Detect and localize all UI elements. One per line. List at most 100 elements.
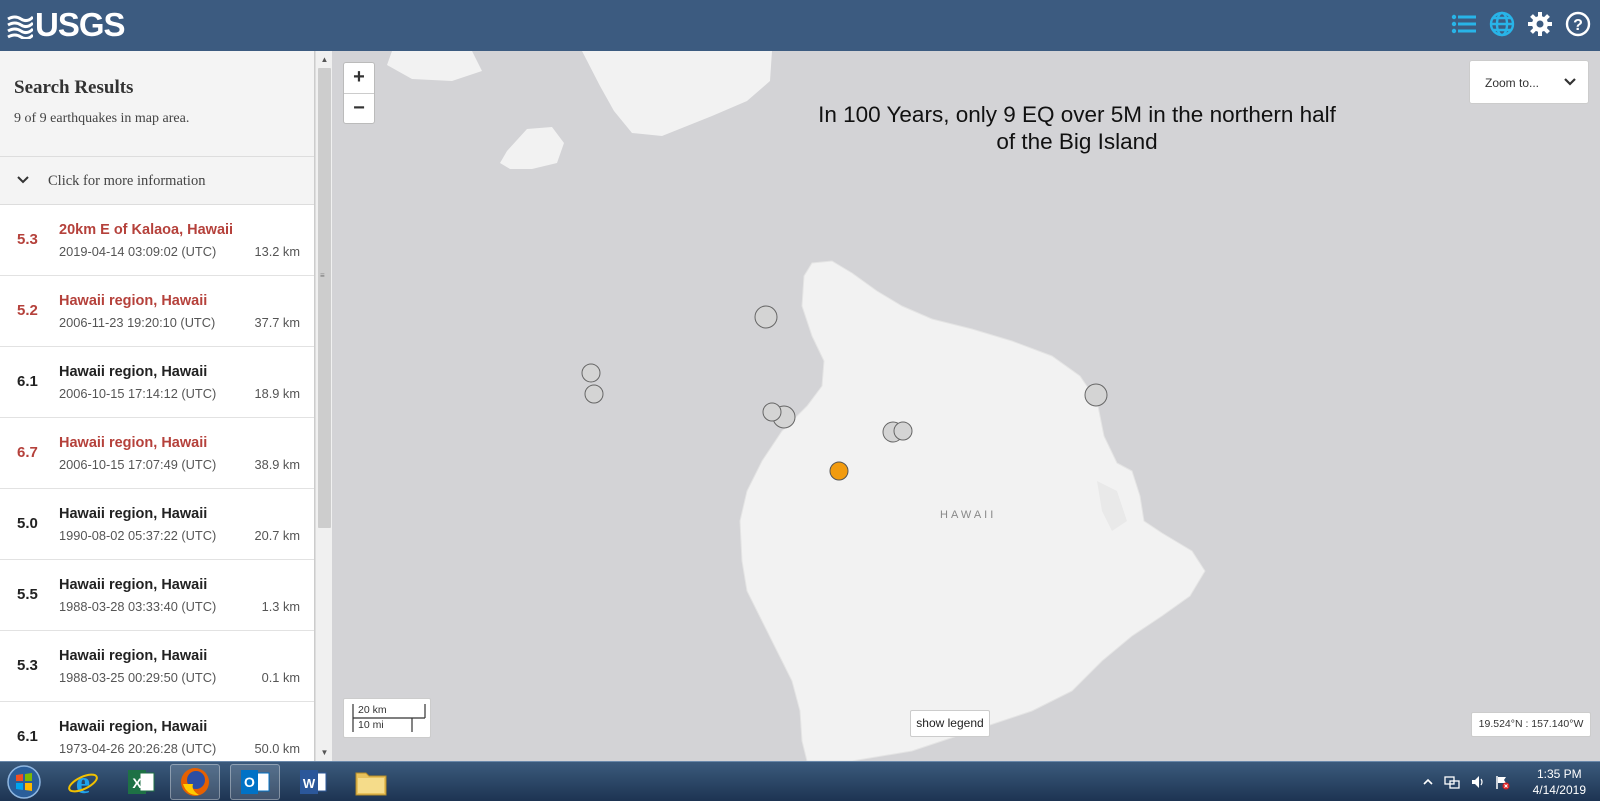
internet-explorer-icon: e: [68, 766, 98, 798]
eq-location: Hawaii region, Hawaii: [59, 577, 208, 593]
earthquake-row[interactable]: 6.1 Hawaii region, Hawaii 2006-10-15 17:…: [0, 347, 314, 418]
globe-map-icon[interactable]: [1488, 10, 1516, 38]
earthquake-row[interactable]: 6.1 Hawaii region, Hawaii 1973-04-26 20:…: [0, 702, 314, 761]
scroll-down-arrow-icon[interactable]: ▼: [316, 744, 333, 761]
taskbar-ie[interactable]: e: [58, 764, 108, 800]
taskbar-word[interactable]: W: [288, 764, 338, 800]
clock-time: 1:35 PM: [1536, 767, 1582, 781]
show-hidden-icons-icon[interactable]: [1420, 774, 1436, 790]
eq-depth: 20.7 km: [254, 528, 300, 543]
start-button[interactable]: [0, 764, 48, 800]
earthquake-list: 5.3 20km E of Kalaoa, Hawaii 2019-04-14 …: [0, 205, 314, 761]
excel-icon: X: [128, 770, 155, 794]
eq-marker[interactable]: [893, 421, 913, 441]
chevron-down-icon: [17, 176, 29, 184]
firefox-icon: [181, 768, 209, 796]
usgs-logo[interactable]: USGS: [7, 6, 126, 43]
eq-marker[interactable]: [754, 305, 778, 329]
earthquake-row[interactable]: 5.3 20km E of Kalaoa, Hawaii 2019-04-14 …: [0, 205, 314, 276]
eq-time: 2006-10-15 17:14:12 (UTC): [59, 386, 217, 401]
more-info-toggle[interactable]: Click for more information: [0, 157, 314, 205]
eq-location: Hawaii region, Hawaii: [59, 648, 208, 664]
earthquake-markers: [581, 305, 1108, 481]
windows-start-icon: [7, 765, 41, 799]
eq-time: 1988-03-28 03:33:40 (UTC): [59, 599, 217, 614]
eq-depth: 38.9 km: [254, 457, 300, 472]
eq-magnitude: 5.5: [17, 586, 38, 603]
eq-time: 1988-03-25 00:29:50 (UTC): [59, 670, 217, 685]
scale-mi-label: 10 mi: [358, 719, 384, 731]
svg-text:e: e: [76, 766, 90, 798]
eq-depth: 0.1 km: [261, 670, 300, 685]
word-icon: W: [300, 770, 327, 794]
scrollbar-thumb[interactable]: [318, 68, 331, 528]
earthquake-row[interactable]: 5.0 Hawaii region, Hawaii 1990-08-02 05:…: [0, 489, 314, 560]
eq-depth: 18.9 km: [254, 386, 300, 401]
help-icon[interactable]: ?: [1564, 10, 1592, 38]
eq-time: 1990-08-02 05:37:22 (UTC): [59, 528, 217, 543]
eq-location: Hawaii region, Hawaii: [59, 719, 208, 735]
svg-text:X: X: [132, 775, 142, 791]
eq-magnitude: 6.7: [17, 444, 38, 461]
outlook-icon: O: [241, 770, 270, 794]
eq-time: 2006-11-23 19:20:10 (UTC): [59, 315, 216, 330]
folder-icon: [355, 772, 387, 796]
eq-time: 1973-04-26 20:26:28 (UTC): [59, 741, 217, 756]
more-info-label: Click for more information: [48, 173, 206, 189]
eq-magnitude: 5.0: [17, 515, 38, 532]
usgs-waves-icon: [7, 15, 33, 39]
logo-text: USGS: [35, 6, 126, 43]
scroll-up-arrow-icon[interactable]: ▲: [316, 51, 333, 68]
svg-text:?: ?: [1573, 17, 1583, 34]
system-tray: 1:35 PM 4/14/2019: [1400, 762, 1600, 802]
earthquake-row[interactable]: 5.3 Hawaii region, Hawaii 1988-03-25 00:…: [0, 631, 314, 702]
earthquake-row[interactable]: 5.5 Hawaii region, Hawaii 1988-03-28 03:…: [0, 560, 314, 631]
system-clock[interactable]: 1:35 PM 4/14/2019: [1533, 766, 1586, 798]
eq-depth: 13.2 km: [254, 244, 300, 259]
clock-date: 4/14/2019: [1532, 783, 1586, 797]
map-scale: 20 km 10 mi: [343, 698, 431, 738]
show-legend-button[interactable]: show legend: [910, 710, 990, 737]
earthquake-row[interactable]: 6.7 Hawaii region, Hawaii 2006-10-15 17:…: [0, 418, 314, 489]
gear-icon[interactable]: [1526, 10, 1554, 38]
network-icon[interactable]: [1444, 774, 1460, 790]
eq-magnitude: 5.2: [17, 302, 38, 319]
action-center-flag-icon[interactable]: [1494, 774, 1510, 790]
eq-marker[interactable]: [581, 363, 601, 383]
scrollbar-grip-icon: ≡: [320, 271, 325, 280]
volume-icon[interactable]: [1470, 774, 1486, 790]
results-count: 9 of 9 earthquakes in map area.: [14, 111, 190, 126]
eq-location: Hawaii region, Hawaii: [59, 293, 208, 309]
eq-location: Hawaii region, Hawaii: [59, 506, 208, 522]
taskbar-outlook[interactable]: O: [230, 764, 280, 800]
svg-text:W: W: [303, 776, 316, 791]
windows-taskbar: e X O W 1:35 PM 4/14/2019: [0, 761, 1600, 801]
eq-depth: 1.3 km: [261, 599, 300, 614]
taskbar-firefox[interactable]: [170, 764, 220, 800]
results-title: Search Results: [14, 77, 134, 98]
svg-text:O: O: [244, 774, 255, 790]
eq-depth: 37.7 km: [254, 315, 300, 330]
eq-magnitude: 6.1: [17, 728, 38, 745]
eq-marker[interactable]: [1084, 383, 1108, 407]
results-sidebar: Search Results 9 of 9 earthquakes in map…: [0, 51, 315, 761]
eq-magnitude: 5.3: [17, 231, 38, 248]
eq-marker-recent[interactable]: [829, 461, 849, 481]
eq-time: 2019-04-14 03:09:02 (UTC): [59, 244, 217, 259]
taskbar-excel[interactable]: X: [116, 764, 166, 800]
eq-depth: 50.0 km: [254, 741, 300, 756]
sidebar-scrollbar[interactable]: ▲ ≡ ▼: [315, 51, 332, 761]
eq-location: 20km E of Kalaoa, Hawaii: [59, 222, 234, 238]
eq-marker[interactable]: [584, 384, 604, 404]
list-view-icon[interactable]: [1450, 10, 1478, 38]
eq-location: Hawaii region, Hawaii: [59, 364, 208, 380]
eq-marker[interactable]: [762, 402, 782, 422]
eq-time: 2006-10-15 17:07:49 (UTC): [59, 457, 217, 472]
map-coordinates: 19.524°N : 157.140°W: [1471, 712, 1591, 737]
earthquake-row[interactable]: 5.2 Hawaii region, Hawaii 2006-11-23 19:…: [0, 276, 314, 347]
eq-magnitude: 6.1: [17, 373, 38, 390]
eq-magnitude: 5.3: [17, 657, 38, 674]
map-view[interactable]: + − Zoom to... In 100 Years, only 9 EQ o…: [332, 51, 1600, 761]
eq-location: Hawaii region, Hawaii: [59, 435, 208, 451]
taskbar-file-explorer[interactable]: [346, 764, 396, 800]
